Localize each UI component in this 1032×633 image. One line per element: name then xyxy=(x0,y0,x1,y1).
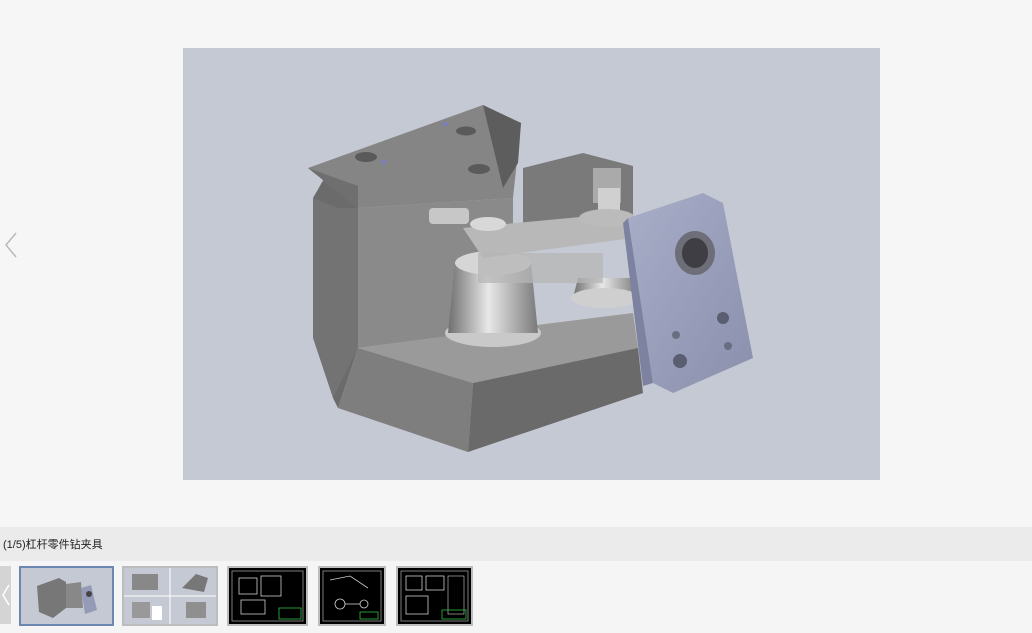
thumbnail-cad-drawing xyxy=(229,568,306,624)
thumbnail-multiview xyxy=(124,568,216,624)
chevron-left-icon xyxy=(1,584,10,606)
image-caption-bar: (1/5)杠杆零件钻夹具 xyxy=(0,527,1032,561)
image-caption: (1/5)杠杆零件钻夹具 xyxy=(3,539,103,551)
chevron-left-icon xyxy=(5,232,17,258)
main-image[interactable] xyxy=(183,48,880,480)
thumbnail-prev-button[interactable] xyxy=(0,566,11,624)
previous-image-button[interactable] xyxy=(0,225,22,265)
fixture-3d-render xyxy=(308,105,753,452)
thumbnail-cad-drawing xyxy=(398,568,471,624)
thumbnail-3d-render xyxy=(21,568,112,624)
thumbnail-strip xyxy=(0,561,1032,633)
thumbnail-cad-drawing xyxy=(320,568,384,624)
thumbnail-4[interactable] xyxy=(318,566,386,626)
thumbnail-2[interactable] xyxy=(122,566,218,626)
thumbnail-1[interactable] xyxy=(19,566,114,626)
image-gallery-viewer: (1/5)杠杆零件钻夹具 xyxy=(0,0,1032,633)
image-stage xyxy=(0,0,1032,527)
thumbnail-3[interactable] xyxy=(227,566,308,626)
thumbnail-5[interactable] xyxy=(396,566,473,626)
